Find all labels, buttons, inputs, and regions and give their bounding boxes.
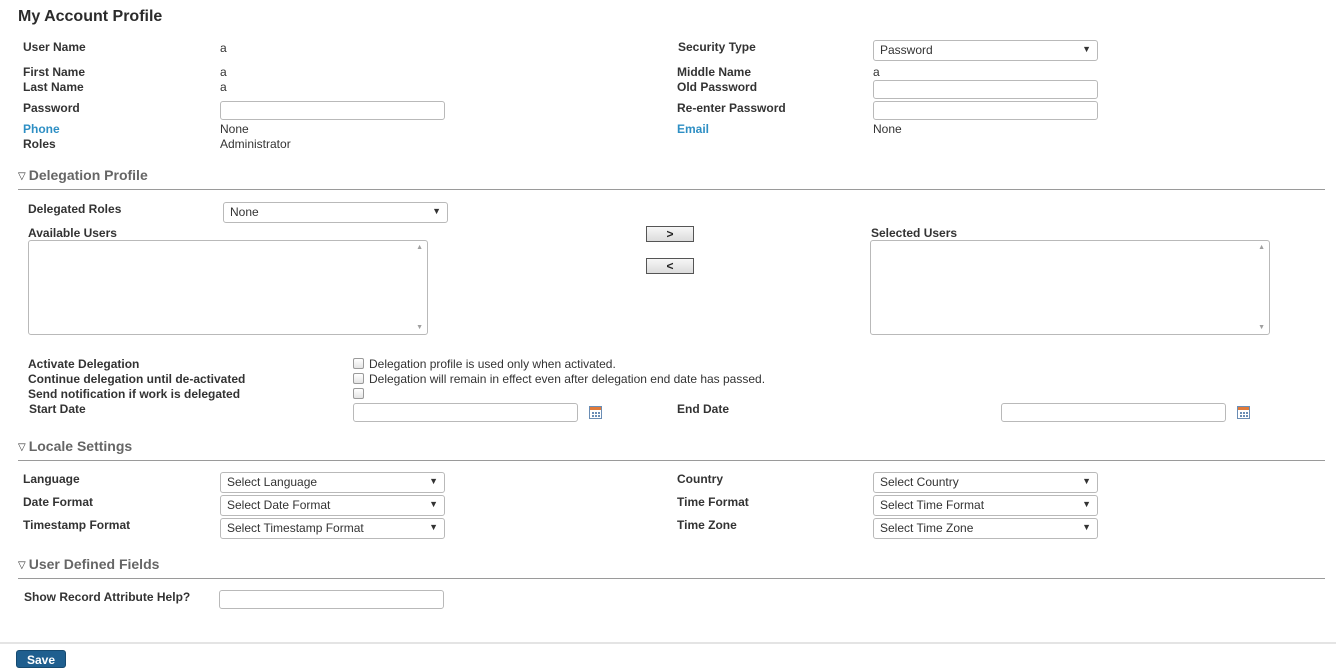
first-name-label: First Name [23,65,86,79]
calendar-icon[interactable] [589,406,602,419]
triangle-down-icon: ▽ [18,560,26,571]
chevron-down-icon: ▼ [1082,522,1091,532]
password-input[interactable] [220,101,445,120]
scrollbar[interactable]: ▲ ▼ [1253,241,1269,334]
security-type-label: Security Type [678,40,756,54]
roles-value: Administrator [220,137,291,151]
language-label: Language [23,472,80,486]
continue-delegation-checkbox[interactable] [353,373,364,384]
language-value: Select Language [227,475,318,489]
show-help-label: Show Record Attribute Help? [24,590,191,604]
end-date-input[interactable] [1001,403,1226,422]
udf-section-header[interactable]: ▽ User Defined Fields [18,556,159,572]
timestamp-format-value: Select Timestamp Format [227,521,364,535]
middle-name-label: Middle Name [677,65,752,79]
roles-label: Roles [23,137,56,151]
chevron-down-icon: ▼ [432,206,441,216]
email-value: None [873,122,902,136]
chevron-down-icon: ▼ [1082,476,1091,486]
time-zone-value: Select Time Zone [880,521,974,535]
chevron-down-icon: ▼ [1082,499,1091,509]
activate-delegation-checkbox[interactable] [353,358,364,369]
start-date-label: Start Date [29,402,86,416]
scrollbar[interactable]: ▲ ▼ [411,241,427,334]
language-select[interactable]: Select Language ▼ [220,472,445,493]
move-left-button[interactable]: < [646,258,694,274]
footer-divider [0,642,1336,644]
time-format-label: Time Format [677,495,749,509]
delegated-roles-select[interactable]: None ▼ [223,202,448,223]
time-format-select[interactable]: Select Time Format ▼ [873,495,1098,516]
locale-section-header[interactable]: ▽ Locale Settings [18,438,132,454]
time-zone-label: Time Zone [677,518,737,532]
password-label: Password [23,101,80,115]
user-name-value: a [220,41,227,55]
date-format-value: Select Date Format [227,498,331,512]
save-button[interactable]: Save [16,650,66,668]
scroll-up-icon[interactable]: ▲ [1258,244,1265,251]
locale-section-title: Locale Settings [28,438,133,454]
country-value: Select Country [880,475,959,489]
reenter-password-label: Re-enter Password [677,101,786,115]
scroll-down-icon[interactable]: ▼ [1258,324,1265,331]
email-link[interactable]: Email [677,122,709,136]
delegation-section-header[interactable]: ▽ Delegation Profile [18,167,148,183]
middle-name-value: a [873,65,880,79]
triangle-down-icon: ▽ [18,442,26,453]
page-title: My Account Profile [18,8,163,25]
timestamp-format-label: Timestamp Format [23,518,131,532]
start-date-input[interactable] [353,403,578,422]
end-date-label: End Date [677,402,730,416]
date-format-label: Date Format [23,495,94,509]
continue-delegation-label: Continue delegation until de-activated [28,372,246,386]
activate-delegation-desc: Delegation profile is used only when act… [369,357,616,371]
chevron-down-icon: ▼ [429,522,438,532]
section-divider [18,460,1325,461]
section-divider [18,189,1325,190]
user-name-label: User Name [23,40,86,54]
chevron-down-icon: ▼ [429,476,438,486]
country-label: Country [677,472,723,486]
delegation-section-title: Delegation Profile [28,167,148,183]
send-notification-checkbox[interactable] [353,388,364,399]
show-help-input[interactable] [219,590,444,609]
security-type-select[interactable]: Password ▼ [873,40,1098,61]
scroll-down-icon[interactable]: ▼ [416,324,423,331]
country-select[interactable]: Select Country ▼ [873,472,1098,493]
time-format-value: Select Time Format [880,498,985,512]
continue-delegation-desc: Delegation will remain in effect even af… [369,372,766,386]
delegated-roles-value: None [230,205,259,219]
selected-users-label: Selected Users [871,226,958,240]
old-password-input[interactable] [873,80,1098,99]
activate-delegation-label: Activate Delegation [28,357,140,371]
timestamp-format-select[interactable]: Select Timestamp Format ▼ [220,518,445,539]
scroll-up-icon[interactable]: ▲ [416,244,423,251]
time-zone-select[interactable]: Select Time Zone ▼ [873,518,1098,539]
chevron-down-icon: ▼ [429,499,438,509]
selected-users-list[interactable]: ▲ ▼ [870,240,1270,335]
phone-link[interactable]: Phone [23,122,60,136]
move-right-button[interactable]: > [646,226,694,242]
available-users-label: Available Users [28,226,117,240]
reenter-password-input[interactable] [873,101,1098,120]
available-users-list[interactable]: ▲ ▼ [28,240,428,335]
last-name-value: a [220,80,227,94]
old-password-label: Old Password [677,80,758,94]
chevron-down-icon: ▼ [1082,44,1091,54]
date-format-select[interactable]: Select Date Format ▼ [220,495,445,516]
first-name-value: a [220,65,227,79]
section-divider [18,578,1325,579]
udf-section-title: User Defined Fields [28,556,160,572]
triangle-down-icon: ▽ [18,171,26,182]
security-type-value: Password [880,43,933,57]
delegated-roles-label: Delegated Roles [28,202,122,216]
phone-value: None [220,122,249,136]
calendar-icon[interactable] [1237,406,1250,419]
send-notification-label: Send notification if work is delegated [28,387,241,401]
last-name-label: Last Name [23,80,84,94]
